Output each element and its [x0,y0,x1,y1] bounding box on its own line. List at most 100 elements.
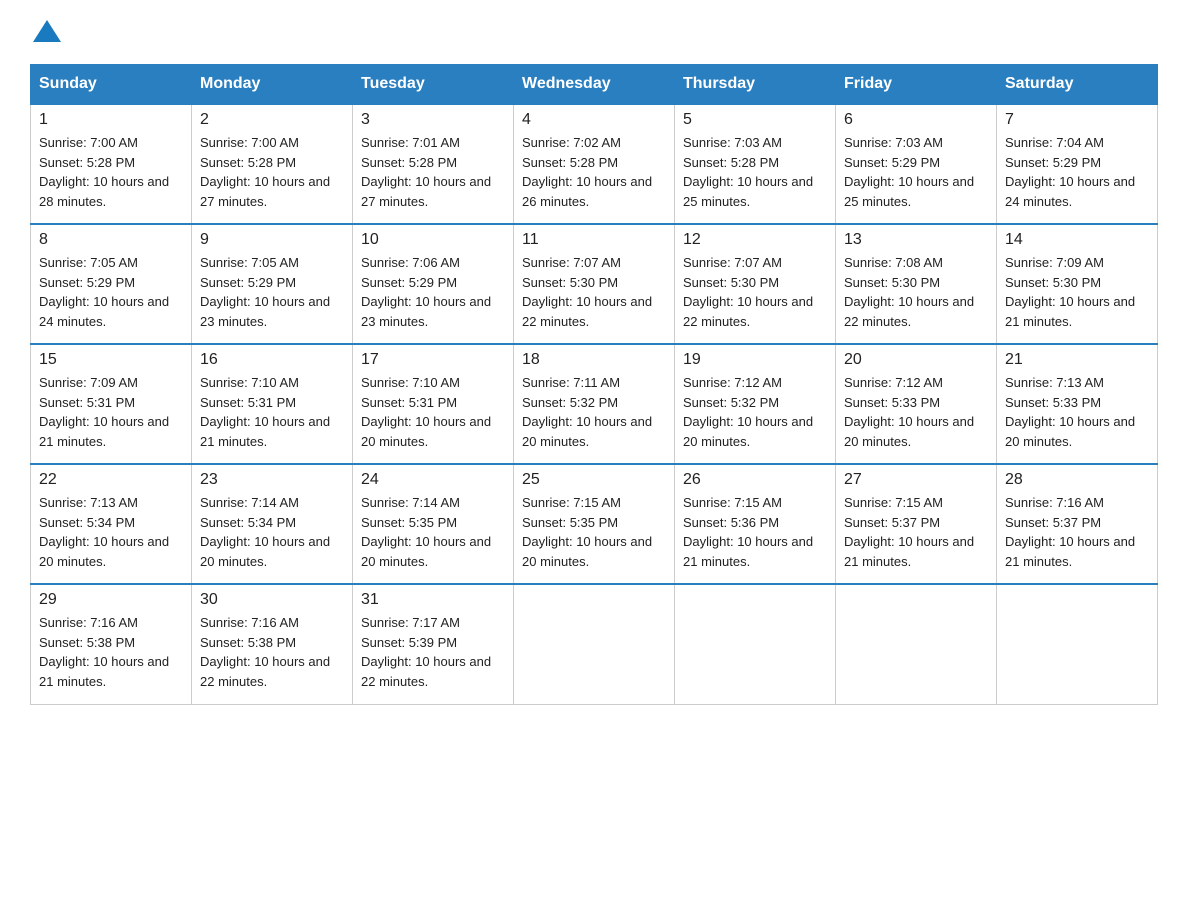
day-number: 14 [1005,231,1149,249]
weekday-header-wednesday: Wednesday [514,65,675,105]
day-info: Sunrise: 7:15 AM Sunset: 5:35 PM Dayligh… [522,493,666,571]
day-number: 29 [39,591,183,609]
day-info: Sunrise: 7:16 AM Sunset: 5:37 PM Dayligh… [1005,493,1149,571]
calendar-cell: 17 Sunrise: 7:10 AM Sunset: 5:31 PM Dayl… [353,344,514,464]
day-number: 3 [361,111,505,129]
weekday-header-saturday: Saturday [997,65,1158,105]
calendar-cell: 12 Sunrise: 7:07 AM Sunset: 5:30 PM Dayl… [675,224,836,344]
day-info: Sunrise: 7:14 AM Sunset: 5:35 PM Dayligh… [361,493,505,571]
calendar-cell: 11 Sunrise: 7:07 AM Sunset: 5:30 PM Dayl… [514,224,675,344]
calendar-table: SundayMondayTuesdayWednesdayThursdayFrid… [30,64,1158,705]
calendar-cell: 8 Sunrise: 7:05 AM Sunset: 5:29 PM Dayli… [31,224,192,344]
calendar-cell: 10 Sunrise: 7:06 AM Sunset: 5:29 PM Dayl… [353,224,514,344]
day-info: Sunrise: 7:08 AM Sunset: 5:30 PM Dayligh… [844,253,988,331]
calendar-cell: 31 Sunrise: 7:17 AM Sunset: 5:39 PM Dayl… [353,584,514,704]
day-info: Sunrise: 7:15 AM Sunset: 5:36 PM Dayligh… [683,493,827,571]
calendar-cell [675,584,836,704]
calendar-cell: 18 Sunrise: 7:11 AM Sunset: 5:32 PM Dayl… [514,344,675,464]
weekday-header-tuesday: Tuesday [353,65,514,105]
day-info: Sunrise: 7:05 AM Sunset: 5:29 PM Dayligh… [39,253,183,331]
day-info: Sunrise: 7:15 AM Sunset: 5:37 PM Dayligh… [844,493,988,571]
day-info: Sunrise: 7:06 AM Sunset: 5:29 PM Dayligh… [361,253,505,331]
calendar-cell: 19 Sunrise: 7:12 AM Sunset: 5:32 PM Dayl… [675,344,836,464]
day-number: 31 [361,591,505,609]
day-info: Sunrise: 7:10 AM Sunset: 5:31 PM Dayligh… [200,373,344,451]
day-info: Sunrise: 7:05 AM Sunset: 5:29 PM Dayligh… [200,253,344,331]
day-number: 20 [844,351,988,369]
day-number: 25 [522,471,666,489]
day-number: 12 [683,231,827,249]
day-info: Sunrise: 7:03 AM Sunset: 5:29 PM Dayligh… [844,133,988,211]
day-number: 8 [39,231,183,249]
calendar-cell: 26 Sunrise: 7:15 AM Sunset: 5:36 PM Dayl… [675,464,836,584]
calendar-cell: 1 Sunrise: 7:00 AM Sunset: 5:28 PM Dayli… [31,104,192,224]
day-info: Sunrise: 7:17 AM Sunset: 5:39 PM Dayligh… [361,613,505,691]
calendar-cell: 5 Sunrise: 7:03 AM Sunset: 5:28 PM Dayli… [675,104,836,224]
weekday-header-sunday: Sunday [31,65,192,105]
day-number: 5 [683,111,827,129]
weekday-header-monday: Monday [192,65,353,105]
day-info: Sunrise: 7:13 AM Sunset: 5:33 PM Dayligh… [1005,373,1149,451]
day-number: 19 [683,351,827,369]
weekday-header-friday: Friday [836,65,997,105]
calendar-cell: 9 Sunrise: 7:05 AM Sunset: 5:29 PM Dayli… [192,224,353,344]
calendar-cell: 22 Sunrise: 7:13 AM Sunset: 5:34 PM Dayl… [31,464,192,584]
page-header [30,20,1158,44]
calendar-cell: 29 Sunrise: 7:16 AM Sunset: 5:38 PM Dayl… [31,584,192,704]
day-info: Sunrise: 7:00 AM Sunset: 5:28 PM Dayligh… [39,133,183,211]
calendar-cell: 13 Sunrise: 7:08 AM Sunset: 5:30 PM Dayl… [836,224,997,344]
calendar-cell: 20 Sunrise: 7:12 AM Sunset: 5:33 PM Dayl… [836,344,997,464]
day-number: 1 [39,111,183,129]
calendar-cell [997,584,1158,704]
calendar-cell: 30 Sunrise: 7:16 AM Sunset: 5:38 PM Dayl… [192,584,353,704]
day-number: 2 [200,111,344,129]
calendar-cell: 24 Sunrise: 7:14 AM Sunset: 5:35 PM Dayl… [353,464,514,584]
day-info: Sunrise: 7:02 AM Sunset: 5:28 PM Dayligh… [522,133,666,211]
calendar-cell: 28 Sunrise: 7:16 AM Sunset: 5:37 PM Dayl… [997,464,1158,584]
day-number: 21 [1005,351,1149,369]
day-number: 15 [39,351,183,369]
calendar-cell: 15 Sunrise: 7:09 AM Sunset: 5:31 PM Dayl… [31,344,192,464]
day-number: 23 [200,471,344,489]
day-info: Sunrise: 7:07 AM Sunset: 5:30 PM Dayligh… [683,253,827,331]
day-number: 26 [683,471,827,489]
calendar-cell: 2 Sunrise: 7:00 AM Sunset: 5:28 PM Dayli… [192,104,353,224]
day-info: Sunrise: 7:10 AM Sunset: 5:31 PM Dayligh… [361,373,505,451]
day-info: Sunrise: 7:14 AM Sunset: 5:34 PM Dayligh… [200,493,344,571]
day-info: Sunrise: 7:13 AM Sunset: 5:34 PM Dayligh… [39,493,183,571]
day-info: Sunrise: 7:16 AM Sunset: 5:38 PM Dayligh… [39,613,183,691]
day-number: 27 [844,471,988,489]
day-number: 9 [200,231,344,249]
calendar-cell: 16 Sunrise: 7:10 AM Sunset: 5:31 PM Dayl… [192,344,353,464]
day-number: 4 [522,111,666,129]
calendar-cell: 6 Sunrise: 7:03 AM Sunset: 5:29 PM Dayli… [836,104,997,224]
day-number: 17 [361,351,505,369]
day-number: 30 [200,591,344,609]
day-number: 24 [361,471,505,489]
day-number: 28 [1005,471,1149,489]
calendar-week-row: 22 Sunrise: 7:13 AM Sunset: 5:34 PM Dayl… [31,464,1158,584]
day-info: Sunrise: 7:09 AM Sunset: 5:30 PM Dayligh… [1005,253,1149,331]
calendar-cell: 23 Sunrise: 7:14 AM Sunset: 5:34 PM Dayl… [192,464,353,584]
day-info: Sunrise: 7:03 AM Sunset: 5:28 PM Dayligh… [683,133,827,211]
day-info: Sunrise: 7:12 AM Sunset: 5:32 PM Dayligh… [683,373,827,451]
day-info: Sunrise: 7:01 AM Sunset: 5:28 PM Dayligh… [361,133,505,211]
calendar-cell: 14 Sunrise: 7:09 AM Sunset: 5:30 PM Dayl… [997,224,1158,344]
logo [30,20,61,44]
day-number: 18 [522,351,666,369]
day-info: Sunrise: 7:00 AM Sunset: 5:28 PM Dayligh… [200,133,344,211]
calendar-week-row: 29 Sunrise: 7:16 AM Sunset: 5:38 PM Dayl… [31,584,1158,704]
day-number: 6 [844,111,988,129]
calendar-cell: 25 Sunrise: 7:15 AM Sunset: 5:35 PM Dayl… [514,464,675,584]
calendar-cell: 3 Sunrise: 7:01 AM Sunset: 5:28 PM Dayli… [353,104,514,224]
calendar-week-row: 1 Sunrise: 7:00 AM Sunset: 5:28 PM Dayli… [31,104,1158,224]
calendar-week-row: 15 Sunrise: 7:09 AM Sunset: 5:31 PM Dayl… [31,344,1158,464]
day-info: Sunrise: 7:11 AM Sunset: 5:32 PM Dayligh… [522,373,666,451]
day-info: Sunrise: 7:16 AM Sunset: 5:38 PM Dayligh… [200,613,344,691]
day-number: 16 [200,351,344,369]
calendar-cell [514,584,675,704]
calendar-cell: 21 Sunrise: 7:13 AM Sunset: 5:33 PM Dayl… [997,344,1158,464]
day-number: 13 [844,231,988,249]
weekday-header-row: SundayMondayTuesdayWednesdayThursdayFrid… [31,65,1158,105]
calendar-cell: 7 Sunrise: 7:04 AM Sunset: 5:29 PM Dayli… [997,104,1158,224]
